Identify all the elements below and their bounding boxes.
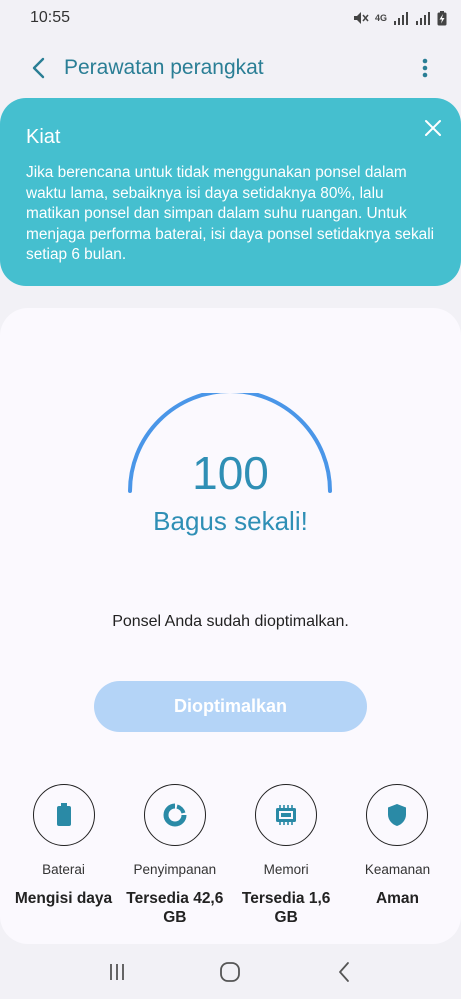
battery-charging-icon — [437, 10, 447, 25]
mute-icon — [353, 12, 369, 24]
tile-value: Aman — [375, 890, 420, 907]
optimized-message: Ponsel Anda sudah dioptimalkan. — [112, 613, 349, 630]
memory-chip-icon — [276, 805, 297, 825]
storage-pie-icon — [163, 803, 187, 827]
signal-icon — [394, 11, 408, 25]
tip-title: Kiat — [26, 126, 61, 148]
nav-back-button[interactable] — [324, 952, 364, 992]
page-title: Perawatan perangkat — [64, 56, 264, 79]
tile-icon-circle — [143, 784, 206, 846]
status-icons: 4G — [353, 10, 447, 26]
recent-apps-button[interactable] — [97, 952, 137, 992]
tile-battery[interactable]: Baterai Mengisi daya — [8, 784, 119, 927]
signal-icon — [416, 11, 430, 25]
tile-security[interactable]: Keamanan Aman — [342, 784, 453, 927]
tip-card: Kiat Jika berencana untuk tidak mengguna… — [0, 98, 461, 286]
back-button[interactable] — [14, 44, 62, 92]
home-icon — [220, 962, 241, 982]
tile-storage[interactable]: Penyimpanan Tersedia 42,6 GB — [119, 784, 230, 927]
tile-label: Penyimpanan — [133, 862, 217, 877]
tile-icon-circle — [255, 784, 318, 846]
score-value: 100 — [192, 447, 269, 499]
navigation-bar — [0, 945, 461, 999]
tile-label: Keamanan — [364, 862, 431, 877]
shield-icon — [388, 804, 407, 826]
chevron-left-icon — [32, 57, 45, 79]
home-button[interactable] — [210, 952, 250, 992]
status-bar: 10:55 4G — [0, 0, 461, 36]
tip-close-button[interactable] — [423, 118, 443, 138]
status-card: 100 Bagus sekali! Ponsel Anda sudah diop… — [0, 308, 461, 944]
close-icon — [425, 120, 441, 136]
status-time: 10:55 — [30, 9, 71, 26]
more-options-button[interactable] — [405, 44, 445, 92]
app-bar: Perawatan perangkat — [0, 44, 461, 92]
tile-icon-circle — [366, 784, 429, 846]
tile-value: Tersedia 42,6 GB — [126, 890, 224, 926]
score-label: Bagus sekali! — [153, 506, 308, 536]
tip-body: Jika berencana untuk tidak menggunakan p… — [26, 164, 435, 263]
network-label: 4G — [374, 13, 387, 23]
tile-value: Mengisi daya — [14, 890, 113, 907]
optimize-button[interactable]: Dioptimalkan — [94, 681, 367, 732]
more-vert-icon — [422, 58, 428, 78]
battery-icon — [56, 803, 71, 826]
tile-memory[interactable]: Memori Tersedia 1,6 GB — [231, 784, 342, 927]
recent-apps-icon — [109, 964, 124, 980]
category-tiles: Baterai Mengisi daya Penyimpanan Tersedi… — [8, 784, 453, 927]
tile-icon-circle — [32, 784, 95, 846]
tile-label: Baterai — [42, 862, 85, 877]
tile-value: Tersedia 1,6 GB — [241, 890, 331, 926]
back-icon — [339, 962, 350, 982]
tile-label: Memori — [263, 862, 309, 877]
